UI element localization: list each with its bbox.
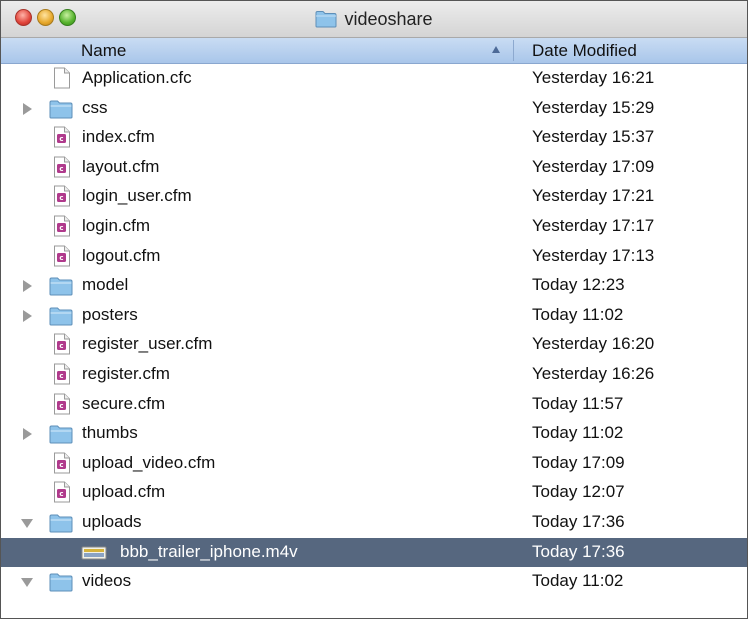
cfm-file-icon: c (53, 452, 71, 479)
folder-icon (49, 99, 73, 124)
window-title: videoshare (344, 8, 433, 29)
file-row[interactable]: c secure.cfm Today 11:57 (1, 390, 747, 419)
date-modified: Today 17:36 (532, 512, 625, 531)
finder-window: videoshare Name Date Modified Applicatio… (0, 0, 748, 619)
file-name: login.cfm (82, 216, 151, 235)
column-divider[interactable] (513, 40, 514, 61)
folder-icon (49, 572, 73, 597)
svg-text:c: c (59, 491, 63, 499)
folder-icon (49, 276, 73, 301)
file-name: css (82, 97, 108, 117)
title-bar: videoshare (1, 1, 747, 38)
disclosure-triangle-expanded-icon[interactable] (21, 578, 33, 588)
file-name: uploads (82, 512, 142, 531)
cfm-file-icon: c (53, 215, 71, 242)
file-name: model (82, 275, 129, 295)
column-header: Name Date Modified (1, 38, 747, 64)
column-header-name[interactable]: Name (81, 41, 126, 61)
file-name: layout.cfm (82, 156, 160, 176)
disclosure-triangle-collapsed-icon[interactable] (23, 102, 32, 115)
svg-text:c: c (59, 135, 63, 143)
file-row[interactable]: c login_user.cfm Yesterday 17:21 (1, 182, 747, 211)
file-name: bbb_trailer_iphone.m4v (120, 541, 298, 561)
file-row[interactable]: c index.cfm Yesterday 15:37 (1, 123, 747, 152)
svg-text:c: c (59, 195, 63, 203)
window-title-group: videoshare (1, 5, 747, 33)
file-row[interactable]: css Yesterday 15:29 (1, 94, 747, 123)
date-modified: Today 11:02 (532, 304, 624, 324)
folder-icon (49, 424, 73, 449)
cfm-file-icon: c (53, 363, 71, 390)
column-header-date-modified[interactable]: Date Modified (532, 41, 637, 61)
file-row[interactable]: c layout.cfm Yesterday 17:09 (1, 153, 747, 182)
folder-icon (49, 513, 73, 538)
file-name: index.cfm (82, 127, 155, 147)
date-modified: Yesterday 15:37 (532, 127, 655, 147)
svg-text:c: c (59, 402, 63, 410)
folder-icon (49, 306, 73, 331)
date-modified: Yesterday 16:21 (532, 68, 655, 87)
date-modified: Today 12:23 (532, 275, 625, 295)
file-name: register_user.cfm (82, 334, 213, 354)
date-modified: Yesterday 17:09 (532, 156, 655, 176)
folder-icon (315, 10, 337, 28)
file-row[interactable]: c upload.cfm Today 12:07 (1, 478, 747, 507)
cfm-file-icon: c (53, 126, 71, 153)
file-row[interactable]: c logout.cfm Yesterday 17:13 (1, 242, 747, 271)
file-row[interactable]: Application.cfc Yesterday 16:21 (1, 64, 747, 93)
date-modified: Yesterday 17:13 (532, 245, 655, 265)
date-modified: Yesterday 16:26 (532, 364, 655, 383)
file-row[interactable]: model Today 12:23 (1, 271, 747, 300)
file-row[interactable]: posters Today 11:02 (1, 301, 747, 330)
file-row[interactable]: thumbs Today 11:02 (1, 419, 747, 448)
disclosure-triangle-expanded-icon[interactable] (21, 519, 33, 528)
svg-text:c: c (59, 461, 63, 469)
cfm-file-icon: c (53, 393, 71, 420)
svg-text:c: c (59, 254, 63, 262)
file-name: posters (82, 304, 138, 324)
date-modified: Yesterday 16:20 (532, 334, 655, 354)
date-modified: Today 17:36 (532, 541, 625, 561)
file-name: thumbs (82, 423, 138, 443)
file-name: upload.cfm (82, 482, 166, 502)
file-name: secure.cfm (82, 393, 166, 413)
file-row[interactable]: c register.cfm Yesterday 16:26 (1, 360, 747, 389)
file-name: videos (82, 571, 132, 591)
svg-text:c: c (59, 165, 63, 173)
date-modified: Yesterday 17:21 (532, 186, 655, 206)
date-modified: Yesterday 15:29 (532, 97, 655, 117)
date-modified: Today 11:02 (532, 571, 624, 591)
svg-text:c: c (59, 224, 63, 232)
cfm-file-icon: c (53, 245, 71, 272)
date-modified: Today 17:09 (532, 452, 625, 472)
file-row[interactable]: c register_user.cfm Yesterday 16:20 (1, 330, 747, 359)
disclosure-triangle-collapsed-icon[interactable] (23, 428, 32, 441)
cfm-file-icon: c (53, 481, 71, 508)
disclosure-triangle-collapsed-icon[interactable] (23, 309, 32, 322)
date-modified: Today 11:57 (532, 393, 624, 413)
file-row[interactable]: c login.cfm Yesterday 17:17 (1, 212, 747, 241)
date-modified: Today 12:07 (532, 482, 625, 502)
video-file-icon (81, 545, 107, 566)
file-name: Application.cfc (82, 68, 192, 87)
sort-ascending-icon (492, 46, 500, 53)
file-row[interactable]: c upload_video.cfm Today 17:09 (1, 449, 747, 478)
cfm-file-icon: c (53, 185, 71, 212)
svg-text:c: c (59, 343, 63, 351)
file-row[interactable]: videos Today 11:02 (1, 567, 747, 596)
date-modified: Today 11:02 (532, 423, 624, 443)
document-file-icon (53, 67, 71, 94)
svg-text:c: c (59, 372, 63, 380)
disclosure-triangle-collapsed-icon[interactable] (23, 280, 32, 293)
cfm-file-icon: c (53, 156, 71, 183)
file-row[interactable]: uploads Today 17:36 (1, 508, 747, 537)
file-name: logout.cfm (82, 245, 161, 265)
file-name: register.cfm (82, 364, 170, 383)
cfm-file-icon: c (53, 333, 71, 360)
file-name: upload_video.cfm (82, 452, 216, 472)
date-modified: Yesterday 17:17 (532, 216, 655, 235)
file-name: login_user.cfm (82, 186, 192, 206)
file-row[interactable]: bbb_trailer_iphone.m4v Today 17:36 (1, 537, 747, 567)
